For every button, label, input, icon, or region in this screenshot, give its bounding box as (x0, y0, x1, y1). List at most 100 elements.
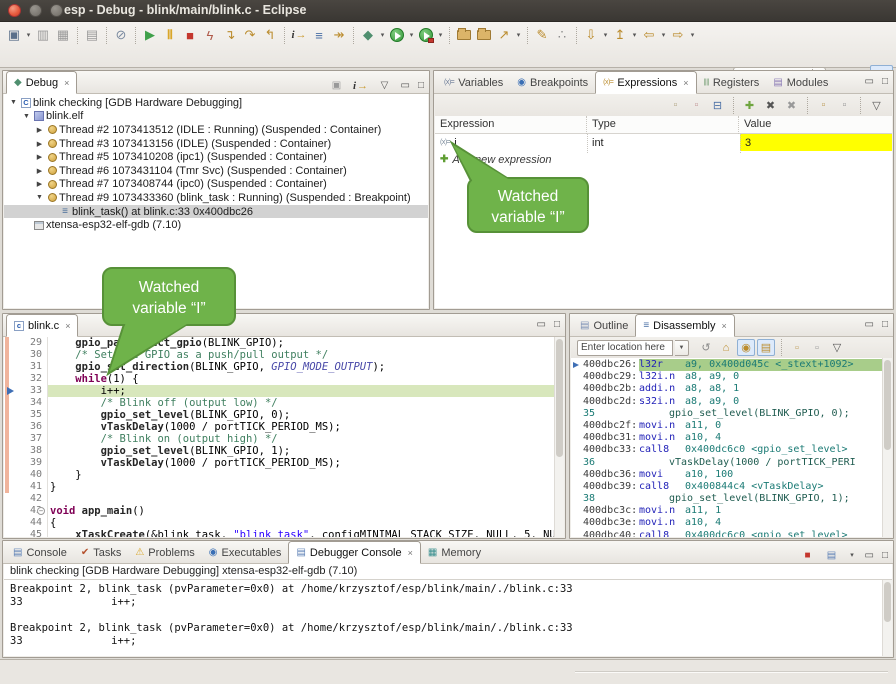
back-icon[interactable]: ⇦ (639, 26, 659, 45)
code-line[interactable]: xTaskCreate(&blink_task, "blink_task", c… (4, 529, 554, 537)
debug-tree-container[interactable]: ▼Cblink checking [GDB Hardware Debugging… (4, 94, 428, 308)
code-line[interactable]: } (4, 469, 554, 481)
debug-tree-row[interactable]: ▶Thread #6 1073431104 (Tmr Svc) (Suspend… (4, 164, 428, 178)
editor-gutter[interactable]: 2930313233343536373839404142434445 − (4, 337, 48, 537)
disassembly-scrollbar-thumb[interactable] (884, 360, 891, 450)
column-value[interactable]: Value (739, 116, 892, 134)
close-icon[interactable]: × (722, 321, 727, 331)
tab-memory[interactable]: ▦Memory (421, 542, 488, 563)
code-line[interactable]: gpio_pad_select_gpio(BLINK_GPIO); (4, 337, 554, 349)
flash-launch-caret-icon[interactable]: ▾ (514, 31, 523, 39)
minimize-icon[interactable]: ▭ (401, 80, 410, 92)
tree-arrow-icon[interactable]: ▼ (21, 113, 32, 120)
disassembly-row[interactable]: 400dbc2f:movi.na11, 0 (571, 420, 883, 432)
terminate-icon[interactable]: ■ (180, 26, 200, 45)
tab-executables[interactable]: ◉Executables (202, 542, 289, 563)
minimize-icon[interactable]: ▭ (537, 319, 546, 331)
debug-tree-row[interactable]: ▶Thread #2 1073413512 (IDLE : Running) (… (4, 123, 428, 137)
export-disassembly-icon[interactable]: ▫ (808, 339, 826, 356)
console-output[interactable]: Breakpoint 2, blink_task (pvParameter=0x… (4, 580, 892, 656)
console-scrollbar-thumb[interactable] (884, 582, 891, 622)
code-area[interactable]: gpio_pad_select_gpio(BLINK_GPIO); /* Set… (4, 337, 554, 537)
export-expressions-icon[interactable]: ▫ (835, 96, 854, 115)
window-maximize-button[interactable] (50, 4, 63, 17)
tab-expressions[interactable]: (x)=Expressions× (595, 71, 696, 94)
step-over-icon[interactable]: ↷ (240, 26, 260, 45)
tab-modules[interactable]: ▤Modules (766, 72, 835, 93)
maximize-icon[interactable]: □ (418, 80, 424, 92)
close-icon[interactable]: × (65, 321, 70, 331)
forward-icon[interactable]: ⇨ (668, 26, 688, 45)
code-line[interactable]: gpio_set_direction(BLINK_GPIO, GPIO_MODE… (4, 361, 554, 373)
add-expression-icon[interactable]: ✚ (740, 96, 759, 115)
console-scrollbar[interactable] (882, 580, 892, 656)
debug-tree-row[interactable]: xtensa-esp32-elf-gdb (7.10) (4, 218, 428, 232)
tree-arrow-icon[interactable]: ▶ (34, 140, 45, 148)
add-expression-row[interactable]: ✚ Add new expression (435, 151, 892, 168)
maximize-icon[interactable]: □ (882, 319, 888, 331)
window-close-button[interactable] (8, 4, 21, 17)
disassembly-content[interactable]: 400dbc26:l32ra9, 0x400d045c <_stext+1092… (571, 358, 892, 537)
tab-breakpoints[interactable]: ◉Breakpoints (510, 72, 595, 93)
terminate-console-icon[interactable]: ■ (800, 546, 816, 565)
debug-tree-row[interactable]: ▶Thread #5 1073410208 (ipc1) (Suspended … (4, 150, 428, 164)
remove-expression-icon[interactable]: ✖ (761, 96, 780, 115)
instruction-stepping-mode-icon[interactable]: i→ (353, 76, 369, 95)
code-line[interactable] (4, 493, 554, 505)
disassembly-row[interactable]: 36vTaskDelay(1000 / portTICK_PERI (571, 457, 883, 469)
tree-arrow-icon[interactable]: ▶ (34, 167, 45, 175)
tab-registers[interactable]: ||||Registers (697, 72, 767, 93)
minimize-icon[interactable]: ▭ (865, 76, 874, 88)
disassembly-row[interactable]: 38gpio_set_level(BLINK_GPIO, 1); (571, 493, 883, 505)
view-menu-icon[interactable]: ▽ (828, 339, 846, 356)
suspend-icon[interactable]: Ⅱ (160, 26, 180, 45)
tab-debug[interactable]: ◆ Debug × (6, 71, 77, 94)
expression-value[interactable]: 3 (740, 134, 892, 151)
disassembly-row[interactable]: 400dbc39:call80x400844c4 <vTaskDelay> (571, 481, 883, 493)
disassembly-row[interactable]: 400dbc31:movi.na10, 4 (571, 432, 883, 444)
debug-tree-row[interactable]: ▶Thread #3 1073413156 (IDLE) (Suspended … (4, 137, 428, 151)
step-into-icon[interactable]: ↴ (220, 26, 240, 45)
code-line[interactable]: void app_main() (4, 505, 554, 517)
debug-tree-row[interactable]: ▶Thread #7 1073408744 (ipc0) (Suspended … (4, 178, 428, 192)
code-line[interactable]: /* Set the GPIO as a push/pull output */ (4, 349, 554, 361)
view-menu-icon[interactable]: ▽ (377, 76, 393, 95)
minimize-icon[interactable]: ▭ (865, 319, 874, 331)
external-tools-icon[interactable] (416, 26, 436, 45)
code-line[interactable]: { (4, 517, 554, 529)
tree-arrow-icon[interactable]: ▼ (34, 194, 45, 201)
disassembly-row[interactable]: 400dbc36:movia10, 100 (571, 469, 883, 481)
location-input[interactable]: Enter location here (577, 340, 673, 356)
code-line[interactable]: gpio_set_level(BLINK_GPIO, 1); (4, 445, 554, 457)
close-icon[interactable]: × (408, 548, 413, 558)
open-folder-icon[interactable] (454, 26, 474, 45)
code-line[interactable]: i++; (4, 385, 554, 397)
refresh-icon[interactable]: ↺ (697, 339, 715, 356)
tab-outline[interactable]: ▤ Outline (573, 315, 635, 336)
location-dropdown-icon[interactable]: ▼ (675, 340, 689, 356)
back-caret-icon[interactable]: ▾ (659, 31, 668, 39)
skip-all-breakpoints-icon[interactable]: ⊘ (111, 26, 131, 45)
display-selected-console-caret-icon[interactable]: ▾ (848, 550, 857, 562)
tab-console[interactable]: ▤Console (6, 542, 74, 563)
display-selected-console-icon[interactable]: ▤ (824, 546, 840, 565)
editor-scrollbar[interactable] (554, 337, 564, 537)
disassembly-row[interactable]: 400dbc2b:addi.na8, a8, 1 (571, 383, 883, 395)
show-logical-structure-icon[interactable]: ▫ (687, 96, 706, 115)
instruction-stepping-icon[interactable]: i→ (289, 26, 309, 45)
open-recent-folder-icon[interactable] (474, 26, 494, 45)
disassembly-row[interactable]: 35gpio_set_level(BLINK_GPIO, 0); (571, 408, 883, 420)
tree-arrow-icon[interactable]: ▶ (34, 153, 45, 161)
last-edit-location-caret-icon[interactable]: ▾ (630, 31, 639, 39)
save-all-icon[interactable]: ▦ (53, 26, 73, 45)
tab-tasks[interactable]: ✔Tasks (74, 542, 129, 563)
collapse-all-icon[interactable]: ⊟ (708, 96, 727, 115)
maximize-icon[interactable]: □ (882, 550, 888, 562)
disassembly-scrollbar[interactable] (882, 358, 892, 537)
expression-row[interactable]: (x)= i int 3 (435, 134, 892, 151)
close-icon[interactable]: × (64, 78, 69, 88)
new-wizard-caret-icon[interactable]: ▾ (24, 31, 33, 39)
external-tools-caret-icon[interactable]: ▾ (436, 31, 445, 39)
code-line[interactable]: gpio_set_level(BLINK_GPIO, 0); (4, 409, 554, 421)
use-step-filters-icon[interactable]: ↠ (329, 26, 349, 45)
